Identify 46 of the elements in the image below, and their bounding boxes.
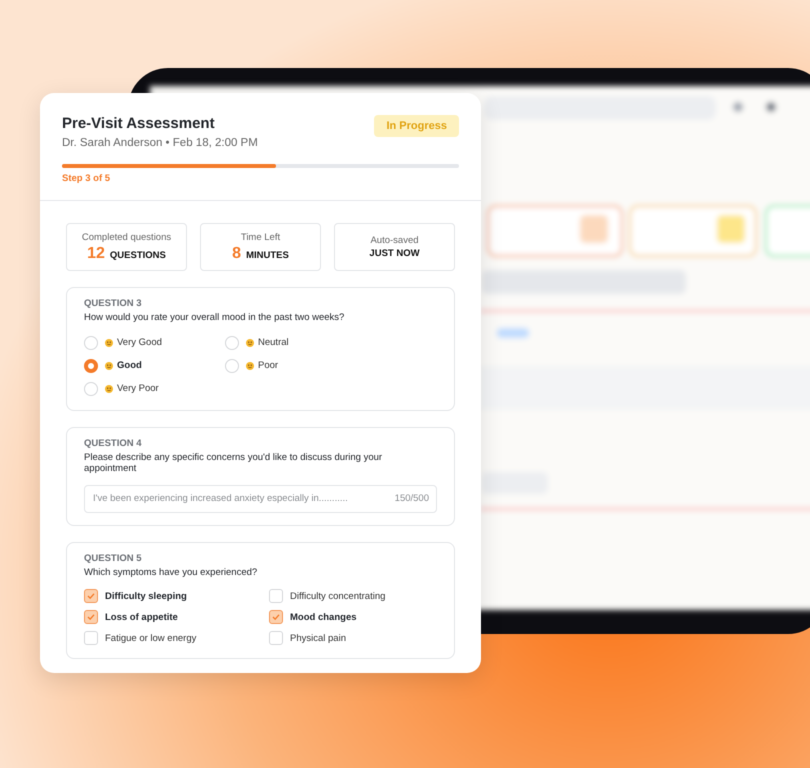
smiley-icon <box>246 338 254 347</box>
checkbox[interactable] <box>269 589 283 604</box>
smiley-icon <box>105 362 113 370</box>
radio-button[interactable] <box>84 382 98 396</box>
question-text: How would you rate your overall mood in the past two weeks? <box>84 313 346 324</box>
checkbox[interactable] <box>84 589 98 604</box>
checkbox[interactable] <box>269 610 283 624</box>
status-badge: In Progress <box>374 115 459 137</box>
checkbox[interactable] <box>84 631 98 646</box>
option-label: Poor <box>258 360 278 372</box>
option-label: Fatigue or low energy <box>105 632 196 644</box>
smiley-icon <box>105 338 113 347</box>
radio-button[interactable] <box>225 336 239 350</box>
option-label: Physical pain <box>290 632 346 644</box>
option-label: Good <box>117 360 142 372</box>
option-label: Very Poor <box>117 383 159 394</box>
stat-label: Time Left <box>240 232 280 242</box>
assessment-title: Pre-Visit Assessment <box>62 115 216 132</box>
radio-button[interactable] <box>84 358 98 373</box>
stat-number: 8 <box>232 244 242 262</box>
option-label: Loss of appetite <box>105 612 178 623</box>
checkbox[interactable] <box>84 610 98 624</box>
question-text: Which symptoms have you experienced? <box>84 568 258 579</box>
option-label: Neutral <box>258 337 289 348</box>
option-label: Very Good <box>117 337 162 348</box>
step-label: Step 3 of 5 <box>62 173 112 184</box>
question-number: QUESTION 5 <box>84 552 143 564</box>
question-number: QUESTION 3 <box>84 298 143 309</box>
smiley-icon <box>105 384 113 393</box>
stat-label: Auto-saved <box>370 235 419 246</box>
stat-label: Completed questions <box>82 232 172 242</box>
stat-unit: QUESTIONS <box>110 250 166 260</box>
option-label: Difficulty sleeping <box>105 590 187 602</box>
character-count: 150/500 <box>394 492 429 504</box>
stat-unit: JUST NOW <box>369 248 420 259</box>
smiley-icon <box>246 362 254 370</box>
option-label: Mood changes <box>290 612 357 623</box>
stat-number: 12 <box>87 244 105 262</box>
option-label: Difficulty concentrating <box>290 590 386 602</box>
doctor-appointment: Dr. Sarah Anderson • Feb 18, 2:00 PM <box>62 137 258 149</box>
stat-unit: MINUTES <box>246 250 289 260</box>
checkbox[interactable] <box>269 631 283 646</box>
question-text: Please describe any specific concerns you'd like to discuss during your appointment <box>84 452 384 475</box>
radio-button[interactable] <box>84 336 98 350</box>
radio-button[interactable] <box>225 358 239 373</box>
question-number: QUESTION 4 <box>84 438 143 449</box>
